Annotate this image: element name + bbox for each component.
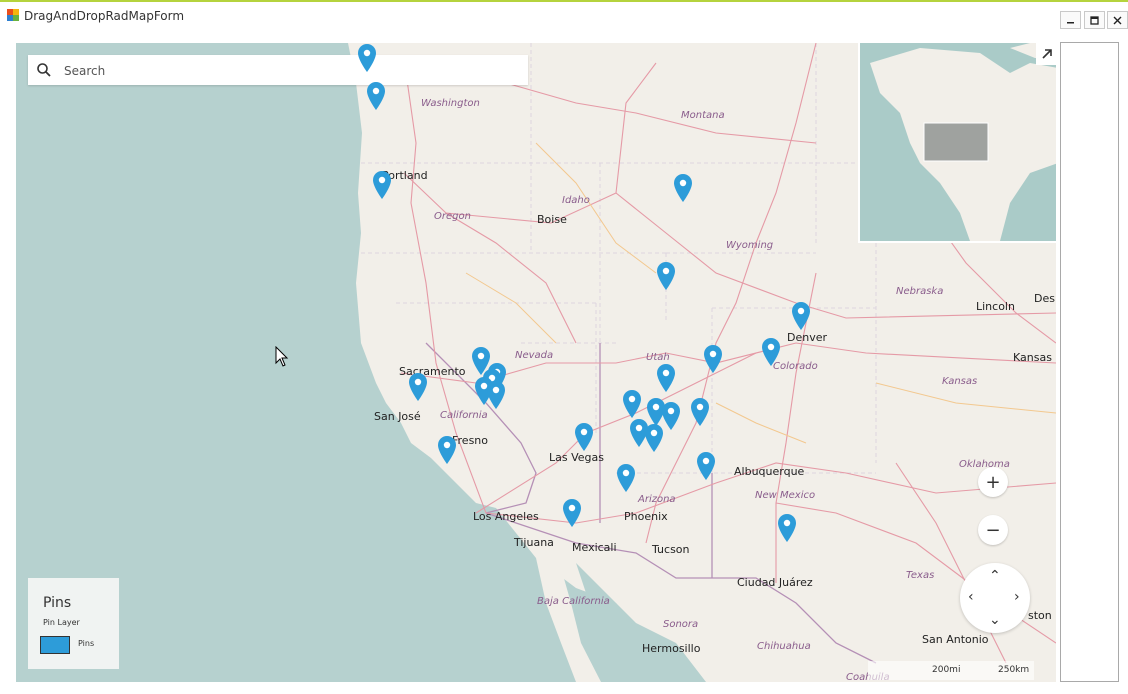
city-label: Fresno — [452, 434, 489, 447]
map-pin[interactable] — [357, 43, 377, 73]
map-pin[interactable] — [616, 463, 636, 493]
region-label: Nevada — [515, 350, 554, 361]
pan-up-icon[interactable]: ⌃ — [989, 569, 1001, 583]
map-legend: Pins Pin Layer Pins — [28, 578, 119, 669]
expand-arrow-icon — [1042, 49, 1052, 59]
city-label: Denver — [787, 331, 828, 344]
title-bar: DragAndDropRadMapForm — [0, 2, 1128, 32]
map-pin[interactable] — [690, 397, 710, 427]
map-pin[interactable] — [408, 372, 428, 402]
city-label: Tucson — [652, 543, 690, 556]
city-label: Lincoln — [976, 300, 1015, 313]
region-label: Nebraska — [896, 286, 944, 297]
region-label: Washington — [421, 98, 480, 109]
map-pin[interactable] — [644, 423, 664, 453]
region-label: Chihuahua — [757, 641, 811, 652]
city-label: San José — [374, 410, 421, 423]
search-input[interactable] — [62, 59, 516, 83]
map-pin[interactable] — [777, 513, 797, 543]
region-label: California — [440, 410, 488, 421]
map-pin[interactable] — [703, 344, 723, 374]
minimap-expand-button[interactable] — [1036, 43, 1056, 65]
map-pin[interactable] — [486, 380, 506, 410]
map-pin[interactable] — [372, 170, 392, 200]
city-label: Albuquerque — [734, 465, 805, 478]
map-pin[interactable] — [562, 498, 582, 528]
city-label: Mexicali — [572, 541, 617, 554]
city-label: Tijuana — [514, 536, 554, 549]
legend-item-label: Pins — [78, 639, 95, 648]
zoom-in-button[interactable]: + — [978, 467, 1008, 497]
region-label: Utah — [646, 352, 670, 363]
city-label: Ciudad Juárez — [737, 576, 813, 589]
city-label: Phoenix — [624, 510, 668, 523]
minimap-world — [870, 43, 1056, 241]
map-pin[interactable] — [696, 451, 716, 481]
minimap[interactable] — [858, 43, 1056, 243]
side-panel — [1060, 42, 1119, 682]
region-label: Montana — [681, 110, 725, 121]
legend-swatch — [40, 636, 70, 654]
map-pin[interactable] — [656, 261, 676, 291]
legend-title: Pins — [43, 595, 72, 611]
map-view[interactable]: Portland Boise Denver Lincoln Des Kansas… — [16, 43, 1056, 682]
window-title: DragAndDropRadMapForm — [24, 9, 185, 23]
minimize-icon — [1067, 21, 1074, 23]
region-label: New Mexico — [755, 490, 816, 501]
map-pin[interactable] — [437, 435, 457, 465]
app-form-icon — [7, 9, 19, 21]
legend-subtitle: Pin Layer — [43, 618, 80, 627]
map-pin[interactable] — [761, 337, 781, 367]
region-label: Kansas — [942, 376, 978, 387]
city-label: Los Angeles — [473, 510, 539, 523]
city-label: Kansas C — [1013, 351, 1056, 364]
pan-down-icon[interactable]: ⌄ — [989, 613, 1001, 627]
region-label: Wyoming — [726, 240, 774, 251]
city-label: Las Vegas — [549, 451, 604, 464]
city-label: Des — [1034, 292, 1055, 305]
city-label: ston — [1028, 609, 1052, 622]
region-label: Sonora — [663, 619, 699, 630]
region-label: Baja California — [537, 596, 610, 607]
mouse-cursor-icon — [275, 346, 289, 367]
map-pin[interactable] — [622, 389, 642, 419]
close-icon — [1113, 16, 1122, 24]
pan-navigation-control[interactable]: ⌃ ⌄ ‹ › — [960, 563, 1030, 633]
region-label: Oregon — [434, 211, 471, 222]
map-pin[interactable] — [574, 422, 594, 452]
map-pin[interactable] — [791, 301, 811, 331]
scale-imperial: 200mi — [932, 665, 961, 675]
city-label: San Antonio — [922, 633, 989, 646]
search-icon — [37, 63, 51, 77]
map-pin[interactable] — [673, 173, 693, 203]
region-label: Idaho — [562, 195, 590, 206]
city-label: Boise — [537, 213, 567, 226]
zoom-out-button[interactable]: − — [978, 515, 1008, 545]
scale-bar: 200mi 250km — [868, 661, 1034, 680]
map-pin[interactable] — [661, 401, 681, 431]
maximize-icon — [1090, 15, 1099, 25]
search-bar — [28, 55, 528, 85]
city-label: Hermosillo — [642, 642, 701, 655]
maximize-button[interactable] — [1084, 11, 1105, 29]
close-button[interactable] — [1107, 11, 1128, 29]
map-pin[interactable] — [656, 363, 676, 393]
region-label: Arizona — [638, 494, 676, 505]
pan-right-icon[interactable]: › — [1014, 590, 1020, 604]
minimize-button[interactable] — [1060, 11, 1081, 29]
pan-left-icon[interactable]: ‹ — [968, 590, 974, 604]
map-pin[interactable] — [366, 81, 386, 111]
map-pin[interactable] — [471, 346, 491, 376]
scale-metric: 250km — [998, 665, 1030, 675]
region-label: Texas — [906, 570, 935, 581]
